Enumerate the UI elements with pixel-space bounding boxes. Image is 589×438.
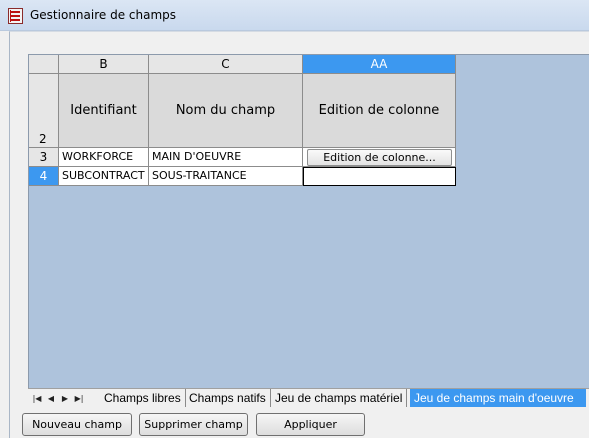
tab-champs-natifs[interactable]: Champs natifs — [185, 389, 271, 407]
column-header-b[interactable]: B — [59, 55, 149, 74]
cell-edition-row-4-editor[interactable] — [303, 167, 456, 186]
field-header-edition-de-colonne: Edition de colonne — [303, 74, 456, 148]
row-header-4[interactable]: 4 — [29, 167, 59, 186]
tab-champs-libres[interactable]: Champs libres — [100, 389, 186, 407]
first-tab-icon[interactable]: |◀ — [30, 392, 44, 406]
cell-nom-row-4[interactable]: SOUS-TRAITANCE — [149, 167, 303, 186]
cell-identifiant-row-3[interactable]: WORKFORCE — [59, 148, 149, 167]
tab-jeu-de-champs-main-d-oeuvre[interactable]: Jeu de champs main d'oeuvre — [410, 389, 586, 407]
edit-column-button[interactable]: Edition de colonne... — [307, 149, 452, 166]
cell-edition-row-3: Edition de colonne... — [303, 148, 456, 167]
app-icon — [8, 8, 23, 24]
title-bar: Gestionnaire de champs — [0, 0, 589, 31]
sheet-tab-bar: |◀ ◀ ▶ ▶| Champs libres Champs natifs Je… — [28, 388, 589, 407]
apply-button[interactable]: Appliquer — [256, 413, 365, 436]
row-number-2: 2 — [39, 132, 47, 146]
field-header-identifiant: Identifiant — [59, 74, 149, 148]
field-header-nom-du-champ: Nom du champ — [149, 74, 303, 148]
row-header-2[interactable]: 2 — [29, 74, 59, 148]
previous-tab-icon[interactable]: ◀ — [44, 392, 58, 406]
last-tab-icon[interactable]: ▶| — [72, 392, 86, 406]
field-grid[interactable]: B C AA 2 Identifiant Nom du champ Editio… — [28, 54, 589, 388]
new-field-button[interactable]: Nouveau champ — [22, 413, 132, 436]
tab-jeu-de-champs-materiel[interactable]: Jeu de champs matériel — [271, 389, 408, 407]
grid-corner — [29, 55, 59, 74]
window-title: Gestionnaire de champs — [30, 8, 177, 22]
delete-field-button[interactable]: Supprimer champ — [139, 413, 248, 436]
column-header-c[interactable]: C — [149, 55, 303, 74]
tab-navigation: |◀ ◀ ▶ ▶| — [30, 392, 92, 406]
column-header-aa[interactable]: AA — [303, 55, 456, 74]
cell-identifiant-row-4[interactable]: SUBCONTRACT — [59, 167, 149, 186]
cell-nom-row-3[interactable]: MAIN D'OEUVRE — [149, 148, 303, 167]
row-header-3[interactable]: 3 — [29, 148, 59, 167]
next-tab-icon[interactable]: ▶ — [58, 392, 72, 406]
